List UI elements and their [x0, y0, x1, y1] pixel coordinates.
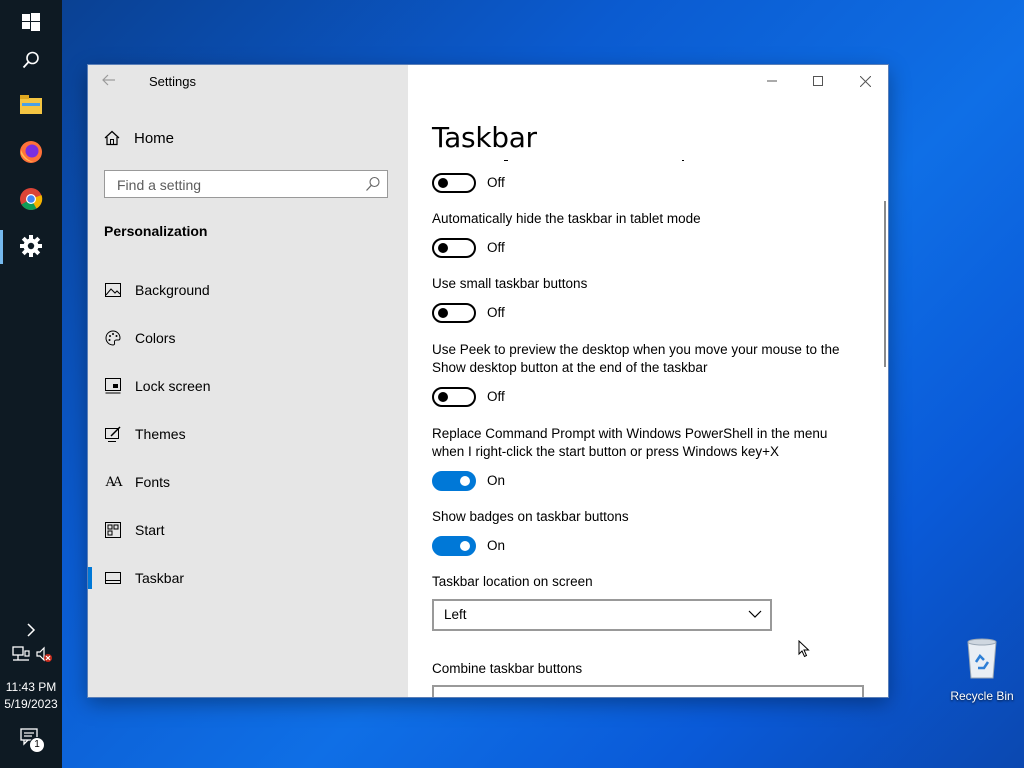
- setting-label-powershell: Replace Command Prompt with Windows Powe…: [432, 426, 828, 459]
- setting-label-auto-hide-tablet: Automatically hide the taskbar in tablet…: [432, 211, 701, 226]
- toggle-peek[interactable]: [432, 387, 476, 407]
- font-glyph: AA: [105, 474, 123, 490]
- nav-item-taskbar[interactable]: Taskbar: [88, 558, 408, 598]
- taskbar: 11:43 PM 5/19/2023 1: [0, 0, 62, 768]
- font-icon: AA: [104, 473, 123, 491]
- scrollbar-thumb[interactable]: [884, 201, 886, 367]
- minimize-button[interactable]: [749, 65, 795, 97]
- taskbar-location-dropdown[interactable]: Left: [432, 599, 772, 631]
- app-title: Settings: [149, 74, 196, 89]
- notification-count-badge: 1: [29, 737, 45, 753]
- close-icon: [859, 75, 871, 87]
- start-tiles-icon: [104, 521, 122, 539]
- toggle-powershell[interactable]: [432, 471, 476, 491]
- chevron-right-icon: [27, 623, 36, 637]
- file-explorer-icon: [20, 95, 42, 114]
- combine-label: Combine taskbar buttons: [432, 661, 583, 676]
- firefox-icon: [20, 141, 42, 163]
- combine-buttons-dropdown[interactable]: [432, 685, 864, 697]
- file-explorer-button[interactable]: [0, 83, 62, 127]
- settings-gear-icon: [20, 235, 42, 257]
- settings-window: Settings Home Personalization Background: [88, 65, 888, 697]
- search-icon: [22, 51, 39, 69]
- nav-item-background[interactable]: Background: [88, 270, 408, 310]
- toggle-state: Off: [487, 305, 505, 320]
- firefox-button[interactable]: [0, 130, 62, 174]
- network-icon[interactable]: [12, 646, 30, 667]
- recycle-bin[interactable]: Recycle Bin: [944, 636, 1020, 703]
- minimize-icon: [767, 80, 777, 82]
- chevron-down-icon: [748, 610, 762, 618]
- toggle-knob: [460, 476, 470, 486]
- recycle-bin-label: Recycle Bin: [950, 689, 1014, 703]
- nav-item-label: Lock screen: [135, 378, 211, 394]
- toggle-knob: [438, 178, 448, 188]
- search-button[interactable]: [0, 38, 62, 82]
- back-arrow-icon: [102, 74, 115, 86]
- nav-item-fonts[interactable]: AA Fonts: [88, 462, 408, 502]
- clipped-text-fragment: [504, 160, 508, 161]
- nav-item-label: Themes: [135, 426, 186, 442]
- page-title: Taskbar: [432, 121, 537, 154]
- nav-item-label: Background: [135, 282, 210, 298]
- volume-muted-icon[interactable]: [36, 646, 54, 669]
- recycle-bin-icon: [967, 638, 997, 679]
- toggle-knob: [438, 308, 448, 318]
- nav-item-label: Colors: [135, 330, 176, 346]
- location-label: Taskbar location on screen: [432, 574, 593, 589]
- clock-time[interactable]: 11:43 PM: [0, 680, 62, 694]
- back-button[interactable]: [102, 73, 122, 91]
- home-label: Home: [134, 129, 175, 147]
- palette-icon: [104, 329, 122, 347]
- settings-taskbar-button[interactable]: [0, 224, 62, 268]
- taskbar-icon: [104, 569, 122, 587]
- image-icon: [104, 281, 122, 299]
- setting-label-badges: Show badges on taskbar buttons: [432, 509, 629, 524]
- nav-item-lock-screen[interactable]: Lock screen: [88, 366, 408, 406]
- section-heading: Personalization: [104, 223, 208, 239]
- toggle-state: Off: [487, 240, 505, 255]
- clipped-text-fragment: [682, 160, 684, 161]
- maximize-icon: [813, 76, 823, 86]
- maximize-button[interactable]: [795, 65, 841, 97]
- home-link[interactable]: Home: [104, 127, 174, 149]
- nav-item-themes[interactable]: Themes: [88, 414, 408, 454]
- settings-nav-pane: Settings Home Personalization Background: [88, 65, 408, 697]
- mouse-cursor-icon: [798, 640, 810, 658]
- settings-scroll-area: Off Automatically hide the taskbar in ta…: [408, 160, 878, 697]
- nav-item-label: Fonts: [135, 474, 171, 490]
- setting-label-small-buttons: Use small taskbar buttons: [432, 276, 588, 291]
- toggle-knob: [438, 392, 448, 402]
- toggle-auto-hide-tablet[interactable]: [432, 238, 476, 258]
- toggle-badges[interactable]: [432, 536, 476, 556]
- action-center-button[interactable]: 1: [20, 728, 46, 754]
- toggle-small-buttons[interactable]: [432, 303, 476, 323]
- close-button[interactable]: [842, 65, 888, 97]
- find-setting-search[interactable]: [104, 170, 388, 198]
- search-icon: [366, 176, 380, 191]
- search-input[interactable]: [115, 175, 359, 195]
- chrome-icon: [20, 188, 43, 210]
- nav-item-label: Start: [135, 522, 165, 538]
- nav-item-start[interactable]: Start: [88, 510, 408, 550]
- title-bar-left: Settings: [88, 65, 408, 97]
- nav-item-colors[interactable]: Colors: [88, 318, 408, 358]
- toggle-state: On: [487, 538, 506, 553]
- toggle-state: Off: [487, 389, 505, 404]
- toggle-state: On: [487, 473, 506, 488]
- clock-date[interactable]: 5/19/2023: [0, 697, 62, 711]
- toggle-knob: [438, 243, 448, 253]
- settings-content-pane: Taskbar Off Automatically hide the taskb…: [408, 65, 888, 697]
- chrome-button[interactable]: [0, 177, 62, 221]
- brush-icon: [104, 425, 122, 443]
- nav-item-label: Taskbar: [135, 570, 185, 586]
- lock-screen-icon: [104, 377, 122, 395]
- dropdown-value: Left: [444, 607, 467, 622]
- home-icon: [104, 130, 120, 146]
- windows-start-icon: [22, 13, 40, 31]
- toggle-knob: [460, 541, 470, 551]
- setting-label-peek: Use Peek to preview the desktop when you…: [432, 342, 840, 375]
- toggle-state: Off: [487, 175, 505, 190]
- toggle-setting-0[interactable]: [432, 173, 476, 193]
